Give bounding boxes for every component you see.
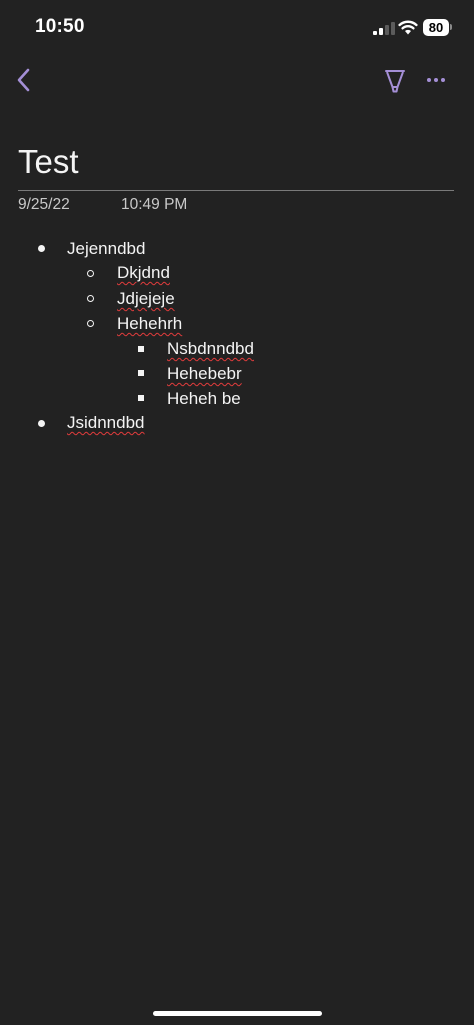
outline-item[interactable]: Heheh be xyxy=(167,389,241,409)
disc-bullet-icon xyxy=(38,420,45,427)
page-title[interactable]: Test xyxy=(18,143,79,181)
page-date: 9/25/22 xyxy=(18,196,70,213)
more-options-icon xyxy=(427,78,445,82)
back-button[interactable] xyxy=(10,64,38,96)
outline-item[interactable]: Hehebebr xyxy=(167,364,242,384)
outline-item[interactable]: Dkjdnd xyxy=(117,263,170,283)
title-divider xyxy=(18,190,454,191)
outline-item[interactable]: Jsidnndbd xyxy=(67,413,145,433)
chevron-left-icon xyxy=(17,68,30,92)
outline-item[interactable]: Nsbdnndbd xyxy=(167,339,254,359)
disc-bullet-icon xyxy=(38,245,45,252)
outline-item[interactable]: Jdjejeje xyxy=(117,289,175,309)
page-time: 10:49 PM xyxy=(121,196,188,213)
battery-nub xyxy=(450,24,452,30)
square-bullet-icon xyxy=(138,395,144,401)
circle-bullet-icon xyxy=(87,320,94,327)
outline-item[interactable]: Hehehrh xyxy=(117,314,182,334)
highlighter-pen-icon[interactable] xyxy=(381,66,409,96)
more-options-button[interactable] xyxy=(422,70,450,90)
battery-indicator: 80 xyxy=(423,19,449,36)
circle-bullet-icon xyxy=(87,295,94,302)
cellular-signal-icon xyxy=(373,22,395,35)
status-bar: 10:50 80 xyxy=(0,0,474,56)
wifi-icon xyxy=(398,20,418,35)
outline-item[interactable]: Jejenndbd xyxy=(67,239,145,259)
square-bullet-icon xyxy=(138,370,144,376)
status-time: 10:50 xyxy=(35,16,85,37)
square-bullet-icon xyxy=(138,346,144,352)
home-indicator[interactable] xyxy=(153,1011,322,1016)
circle-bullet-icon xyxy=(87,270,94,277)
note-screen: 10:50 80 Test 9/25/22 10:49 PM Jejenndbd… xyxy=(0,0,474,1025)
